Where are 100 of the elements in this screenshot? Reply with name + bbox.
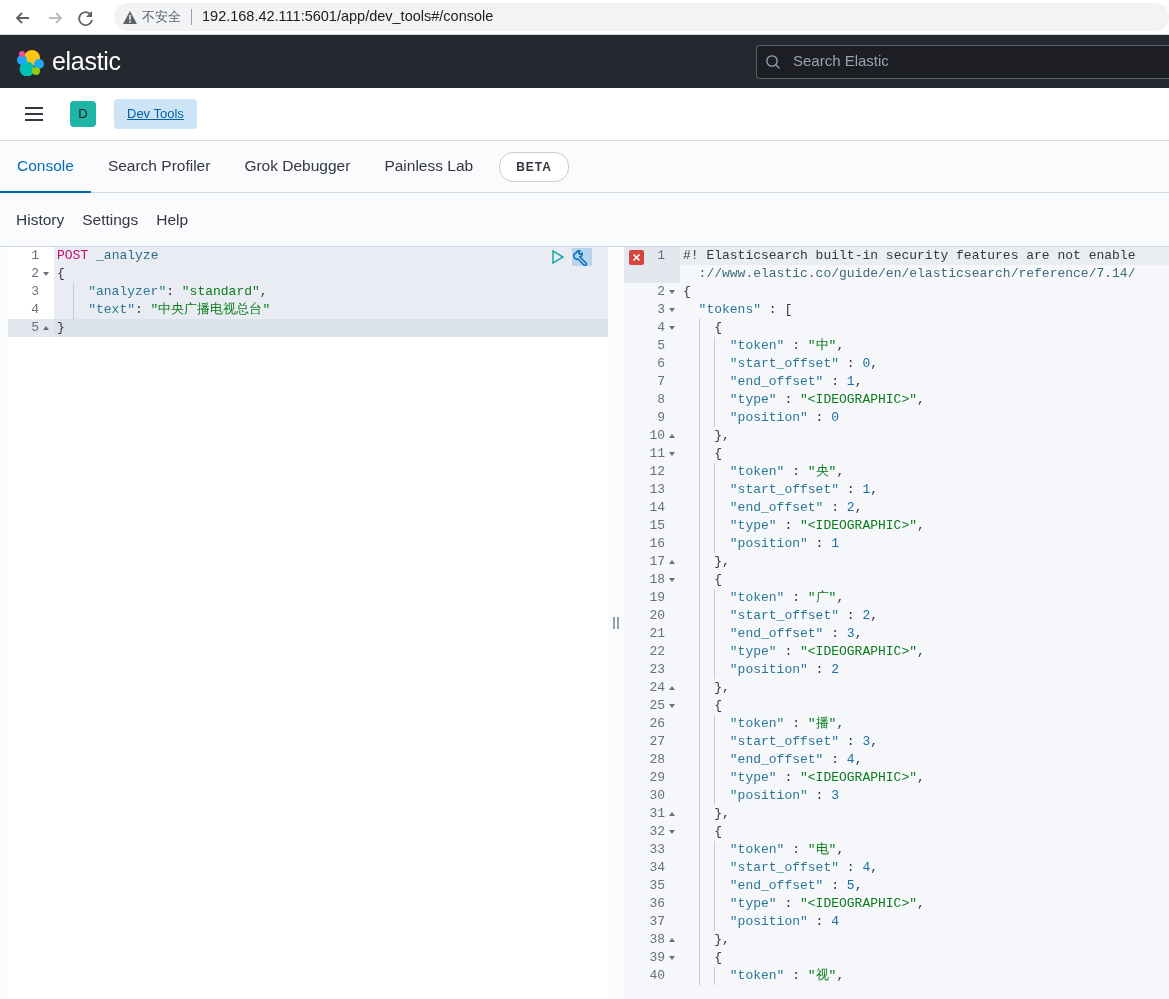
line-number: 2 <box>31 265 39 283</box>
code-line: ://www.elastic.co/guide/en/elasticsearch/reference/7.14/ <box>697 265 1137 283</box>
line-number: 11 <box>649 445 665 463</box>
line-number: 22 <box>649 643 665 661</box>
toolbar-link[interactable]: History <box>16 207 65 232</box>
line-number: 17 <box>649 553 665 571</box>
code-line: { <box>680 697 1169 715</box>
line-number: 6 <box>657 355 665 373</box>
line-number: 4 <box>657 319 665 337</box>
breadcrumb-link[interactable]: Dev Tools <box>114 99 197 129</box>
line-number: 40 <box>649 967 665 985</box>
tab[interactable]: Painless Lab <box>367 141 491 193</box>
code-line: { <box>680 445 1169 463</box>
line-number: 3 <box>657 301 665 319</box>
logo-text: elastic <box>52 45 121 77</box>
line-number: 32 <box>649 823 665 841</box>
code-line: "type" : "<IDEOGRAPHIC>", <box>680 769 1169 787</box>
code-line: "end_offset" : 5, <box>680 877 1169 895</box>
code-line: "position" : 1 <box>680 535 1169 553</box>
line-number: 4 <box>31 301 39 319</box>
code-line: "end_offset" : 2, <box>680 499 1169 517</box>
line-number: 34 <box>649 859 665 877</box>
code-line: "token" : "视", <box>680 967 1169 985</box>
search-field[interactable]: Search Elastic <box>756 44 1169 79</box>
line-number: 31 <box>649 805 665 823</box>
line-number: 12 <box>649 463 665 481</box>
line-number: 7 <box>657 373 665 391</box>
code-line: "start_offset" : 1, <box>680 481 1169 499</box>
code-line: "start_offset" : 3, <box>680 733 1169 751</box>
code-line: "end_offset" : 3, <box>680 625 1169 643</box>
code-line: "token" : "中", <box>680 337 1169 355</box>
line-number: 36 <box>649 895 665 913</box>
line-number: 8 <box>657 391 665 409</box>
code-line: }, <box>680 805 1169 823</box>
line-number: 38 <box>649 931 665 949</box>
line-number: 29 <box>649 769 665 787</box>
code-line: }, <box>680 679 1169 697</box>
code-line: "position" : 2 <box>680 661 1169 679</box>
line-number: 2 <box>657 283 665 301</box>
toolbar-link[interactable]: Settings <box>82 207 139 232</box>
warning-icon <box>122 9 138 25</box>
line-number: 10 <box>649 427 665 445</box>
line-number: 15 <box>649 517 665 535</box>
security-label[interactable]: 不安全 <box>142 7 181 27</box>
line-number: 37 <box>649 913 665 931</box>
line-number: 14 <box>649 499 665 517</box>
code-line: "position" : 3 <box>680 787 1169 805</box>
line-number: 21 <box>649 625 665 643</box>
line-number: 27 <box>649 733 665 751</box>
line-number: 19 <box>649 589 665 607</box>
code-line: "type" : "<IDEOGRAPHIC>", <box>680 643 1169 661</box>
line-number: 9 <box>657 409 665 427</box>
code-line: { <box>680 949 1169 967</box>
code-line: "end_offset" : 1, <box>680 373 1169 391</box>
line-number: 13 <box>649 481 665 499</box>
code-line: "start_offset" : 2, <box>680 607 1169 625</box>
code-line: }, <box>680 931 1169 949</box>
code-line: "token" : "广", <box>680 589 1169 607</box>
code-line: "type" : "<IDEOGRAPHIC>", <box>680 895 1169 913</box>
tab[interactable]: Search Profiler <box>90 141 228 193</box>
address-bar[interactable]: 不安全 192.168.42.111:5601/app/dev_tools#/console <box>114 3 1169 31</box>
settings-button[interactable] <box>572 248 592 266</box>
resize-handle[interactable] <box>613 617 619 629</box>
avatar[interactable]: D <box>70 101 96 127</box>
code-line: "end_offset" : 4, <box>680 751 1169 769</box>
line-number: 16 <box>649 535 665 553</box>
search-icon <box>765 53 781 70</box>
beta-badge: BETA <box>499 151 569 182</box>
code-line: "type" : "<IDEOGRAPHIC>", <box>680 391 1169 409</box>
line-number: 3 <box>31 283 39 301</box>
code-line: { <box>680 319 1169 337</box>
code-line: "type" : "<IDEOGRAPHIC>", <box>680 517 1169 535</box>
code-line: "start_offset" : 4, <box>680 859 1169 877</box>
toolbar-link[interactable]: Help <box>156 207 189 232</box>
url-text: 192.168.42.111:5601/app/dev_tools#/console <box>202 7 494 27</box>
code-line: { <box>682 283 692 301</box>
search-input[interactable]: Search Elastic <box>791 49 1169 74</box>
line-number: 24 <box>649 679 665 697</box>
line-number: 33 <box>649 841 665 859</box>
line-number: 35 <box>649 877 665 895</box>
code-line: { <box>680 823 1169 841</box>
code-line: "position" : 0 <box>680 409 1169 427</box>
line-number: 39 <box>649 949 665 967</box>
line-number: 1 <box>657 247 665 265</box>
line-number: 25 <box>649 697 665 715</box>
code-line: "tokens" : [ <box>697 301 794 319</box>
code-line: { <box>680 571 1169 589</box>
tab[interactable]: Grok Debugger <box>227 141 368 193</box>
logo-icon <box>16 47 44 76</box>
code-line: }, <box>680 553 1169 571</box>
line-number: 18 <box>649 571 665 589</box>
code-line: "start_offset" : 0, <box>680 355 1169 373</box>
line-number: 5 <box>31 319 39 337</box>
code-line: "token" : "电", <box>680 841 1169 859</box>
code-line: "position" : 4 <box>680 913 1169 931</box>
line-number: 26 <box>649 715 665 733</box>
line-number: 30 <box>649 787 665 805</box>
menu-icon[interactable] <box>24 106 44 122</box>
line-number: 5 <box>657 337 665 355</box>
line-number: 1 <box>31 247 39 265</box>
